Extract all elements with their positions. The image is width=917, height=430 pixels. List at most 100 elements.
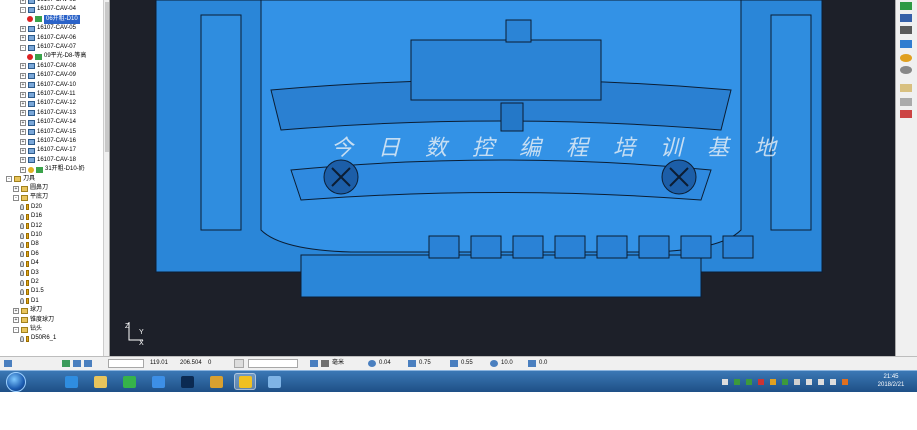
snap-icon[interactable] <box>62 360 70 367</box>
expand-icon[interactable]: + <box>20 82 26 89</box>
coord-field-blank[interactable] <box>108 359 144 368</box>
tray-icon[interactable] <box>818 379 824 385</box>
start-button[interactable] <box>6 372 26 392</box>
status-tools[interactable] <box>62 357 95 370</box>
expand-icon[interactable]: + <box>20 63 26 70</box>
layer-icon[interactable] <box>900 84 912 92</box>
tray-icon[interactable] <box>770 379 776 385</box>
lightbulb-icon[interactable] <box>20 288 24 295</box>
collapse-icon[interactable]: - <box>13 326 19 333</box>
tree-item[interactable]: - 刀具 <box>6 175 35 184</box>
expand-icon[interactable]: + <box>20 72 26 79</box>
tree-item[interactable]: - 16107-CAV-04 <box>20 5 76 14</box>
shade-icon[interactable] <box>900 40 912 48</box>
tray-icon[interactable] <box>758 379 764 385</box>
expand-icon[interactable]: + <box>20 0 26 4</box>
ie-icon[interactable] <box>60 373 82 390</box>
tray-icon[interactable] <box>794 379 800 385</box>
lightbulb-icon[interactable] <box>20 279 24 286</box>
tree-item[interactable]: +16107-CAV-13 <box>20 109 76 118</box>
tolerance-display[interactable]: 0.04 <box>368 357 391 370</box>
tree-item[interactable]: +31开粗-D10-奶 <box>20 165 85 174</box>
wireframe-icon[interactable] <box>900 54 912 62</box>
expand-icon[interactable]: + <box>20 157 26 164</box>
tray-icon[interactable] <box>830 379 836 385</box>
collapse-icon[interactable]: - <box>6 176 12 183</box>
globe-icon[interactable] <box>900 66 912 74</box>
tree-item[interactable]: D8 <box>20 240 39 249</box>
photoshop-icon[interactable] <box>176 373 198 390</box>
expand-icon[interactable]: + <box>20 25 26 32</box>
expand-icon[interactable]: + <box>20 147 26 154</box>
clip-icon[interactable] <box>900 110 912 118</box>
tree-scroll-thumb[interactable] <box>105 2 109 152</box>
tray-icon[interactable] <box>722 379 728 385</box>
tree-scrollbar[interactable] <box>103 0 109 356</box>
coord-input[interactable] <box>248 359 298 368</box>
lightbulb-icon[interactable] <box>20 335 24 342</box>
tree-item[interactable]: +16107-CAV-15 <box>20 128 76 137</box>
baidu-cloud-icon[interactable] <box>147 373 169 390</box>
tree-item[interactable]: +16107-CAV-06 <box>20 34 76 43</box>
tray-icon[interactable] <box>734 379 740 385</box>
tray-icon[interactable] <box>806 379 812 385</box>
tree-item[interactable]: D6 <box>20 250 39 259</box>
tray-icon[interactable] <box>842 379 848 385</box>
tree-item[interactable]: +16107-CAV-18 <box>20 156 76 165</box>
thickness-display[interactable]: 0.75 <box>408 357 431 370</box>
360-icon[interactable] <box>118 373 140 390</box>
tree-item[interactable]: +16107-CAV-16 <box>20 137 76 146</box>
tree-item[interactable]: D2 <box>20 278 39 287</box>
select-icon[interactable] <box>4 360 12 367</box>
tree-item[interactable]: + 圆鼻刀 <box>13 184 48 193</box>
diameter-display[interactable]: 10.0 <box>490 357 513 370</box>
tree-item[interactable]: - 16107-CAV-07 <box>20 43 76 52</box>
collapse-icon[interactable]: - <box>13 194 19 201</box>
view-fit-icon[interactable] <box>900 14 912 22</box>
tree-item[interactable]: +16107-CAV-14 <box>20 118 76 127</box>
folder-icon[interactable] <box>89 373 111 390</box>
tree-item[interactable]: +16107-CAV-11 <box>20 90 75 99</box>
expand-icon[interactable]: + <box>20 166 26 173</box>
lightbulb-icon[interactable] <box>20 251 24 258</box>
tree-item[interactable]: +16107-CAV-10 <box>20 81 76 90</box>
graphics-viewport[interactable]: Z YX 今 日 数 控 编 程 培 训 基 地 <box>111 0 895 356</box>
explorer-tree[interactable]: +16107-CAV-03-16107-CAV-04 06开粗-D10 +16107… <box>0 0 110 356</box>
tree-item[interactable]: 09平光-D8-等高 <box>27 52 86 61</box>
lightbulb-icon[interactable] <box>20 270 24 277</box>
lightbulb-icon[interactable] <box>20 213 24 220</box>
lightbulb-icon[interactable] <box>20 260 24 267</box>
window-icon[interactable] <box>263 373 285 390</box>
tray-icon[interactable] <box>782 379 788 385</box>
tree-item[interactable]: D20 <box>20 203 42 212</box>
expand-icon[interactable]: + <box>20 91 26 98</box>
view-iso-icon[interactable] <box>900 2 912 10</box>
coord-mode-box[interactable] <box>234 359 244 368</box>
tree-item[interactable]: D1.5 <box>20 287 44 296</box>
tree-item[interactable]: D12 <box>20 222 42 231</box>
workplane-icon[interactable] <box>84 360 92 367</box>
grid-icon[interactable] <box>73 360 81 367</box>
expand-icon[interactable]: + <box>13 307 19 314</box>
expand-icon[interactable]: + <box>13 317 19 324</box>
expand-icon[interactable]: + <box>20 35 26 42</box>
tree-item[interactable]: - 钻头 <box>13 325 42 334</box>
expand-icon[interactable]: + <box>13 185 19 192</box>
tree-item[interactable]: D50R6_1 <box>20 334 56 343</box>
tree-item[interactable]: + 锥度球刀 <box>13 316 54 325</box>
tree-item[interactable]: +16107-CAV-12 <box>20 99 76 108</box>
status-tools-left[interactable] <box>4 357 15 370</box>
tree-item[interactable]: +16107-CAV-17 <box>20 146 76 155</box>
tree-item[interactable]: D1 <box>20 297 39 306</box>
lightbulb-icon[interactable] <box>20 204 24 211</box>
tree-item[interactable]: + 球刀 <box>13 306 42 315</box>
zoom-icon[interactable] <box>900 26 912 34</box>
tree-item[interactable]: D10 <box>20 231 42 240</box>
lightbulb-icon[interactable] <box>20 241 24 248</box>
expand-icon[interactable]: + <box>20 138 26 145</box>
tree-item[interactable]: - 平底刀 <box>13 193 48 202</box>
lightbulb-icon[interactable] <box>20 223 24 230</box>
tree-item[interactable]: +16107-CAV-03 <box>20 0 76 5</box>
expand-icon[interactable]: + <box>20 129 26 136</box>
tree-item[interactable]: D16 <box>20 212 42 221</box>
